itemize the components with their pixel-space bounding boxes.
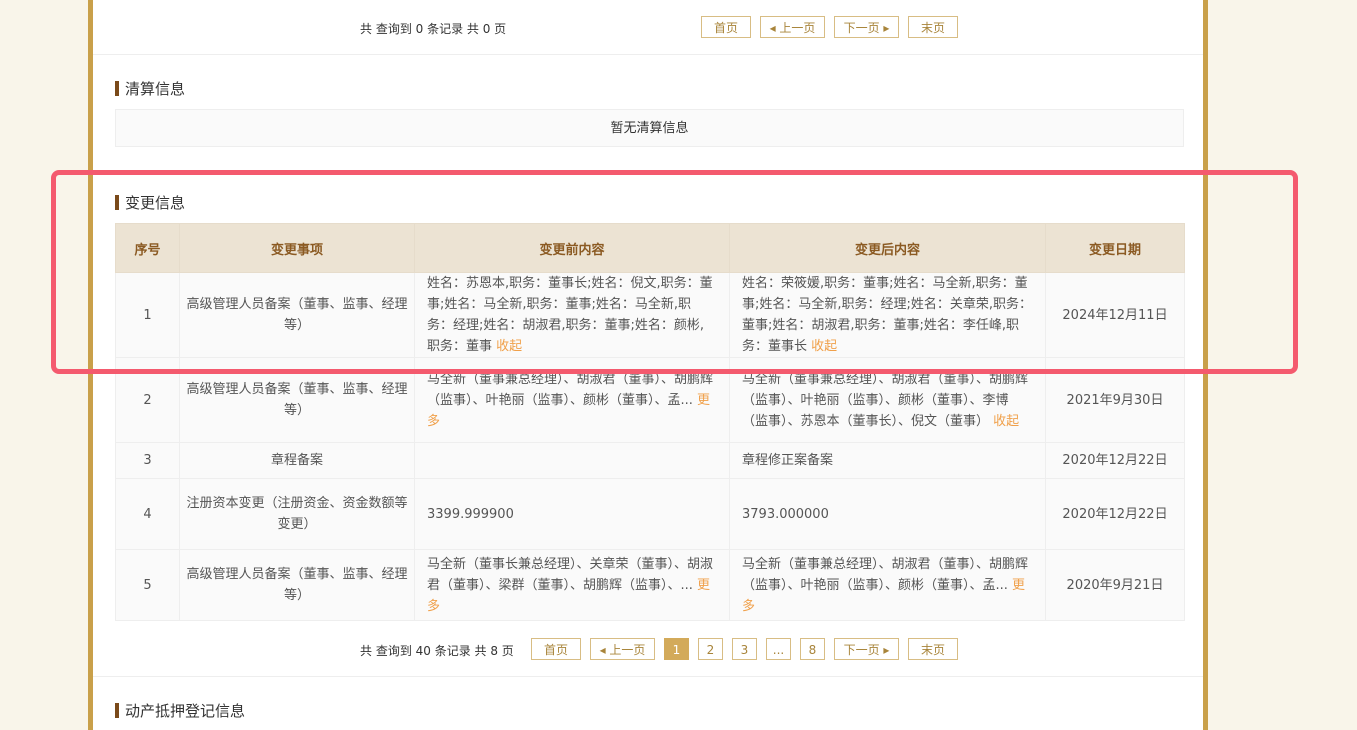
cell-before: 马全新（董事兼总经理）、胡淑君（董事）、胡鹏辉（监事）、叶艳丽（监事）、颜彬（董…	[414, 357, 730, 443]
cell-no: 5	[115, 549, 180, 621]
after-text: 马全新（董事兼总经理）、胡淑君（董事）、胡鹏辉（监事）、叶艳丽（监事）、颜彬（董…	[742, 371, 1029, 429]
cell-date: 2020年12月22日	[1045, 478, 1185, 550]
liquidation-empty-message: 暂无清算信息	[115, 109, 1184, 147]
after-text: 姓名：荣筱媛,职务：董事;姓名：马全新,职务：董事;姓名：马全新,职务：经理;姓…	[742, 276, 1033, 354]
divider	[93, 676, 1203, 677]
header-after: 变更后内容	[729, 223, 1046, 273]
page-2-button[interactable]: 2	[698, 638, 723, 660]
header-item: 变更事项	[179, 223, 415, 273]
cell-after: 3793.000000	[729, 478, 1046, 550]
table-header-row: 序号 变更事项 变更前内容 变更后内容 变更日期	[115, 223, 1185, 273]
cell-date: 2024年12月11日	[1045, 272, 1185, 358]
mortgage-section-title: 动产抵押登记信息	[115, 700, 245, 721]
table-row: 3 章程备案 章程修正案备案 2020年12月22日	[115, 442, 1185, 479]
cell-no: 4	[115, 478, 180, 550]
cell-date: 2020年12月22日	[1045, 442, 1185, 479]
liquidation-title-text: 清算信息	[125, 80, 186, 98]
header-before: 变更前内容	[414, 223, 730, 273]
top-prev-page-button[interactable]: ◂ 上一页	[760, 16, 825, 38]
liquidation-section-title: 清算信息	[115, 78, 185, 99]
bottom-first-page-button[interactable]: 首页	[531, 638, 581, 660]
top-first-page-button[interactable]: 首页	[701, 16, 751, 38]
page-ellipsis: ...	[766, 638, 791, 660]
page-3-button[interactable]: 3	[732, 638, 757, 660]
collapse-link[interactable]: 收起	[993, 414, 1019, 429]
cell-before: 马全新（董事长兼总经理）、关章荣（董事）、胡淑君（董事）、梁群（董事）、胡鹏辉（…	[414, 549, 730, 621]
bottom-prev-page-button[interactable]: ◂ 上一页	[590, 638, 655, 660]
cell-no: 2	[115, 357, 180, 443]
header-no: 序号	[115, 223, 180, 273]
collapse-link[interactable]: 收起	[496, 339, 522, 354]
cell-before: 姓名：苏恩本,职务：董事长;姓名：倪文,职务：董事;姓名：马全新,职务：董事;姓…	[414, 272, 730, 358]
cell-item: 章程备案	[179, 442, 415, 479]
header-date: 变更日期	[1045, 223, 1185, 273]
before-text: 姓名：苏恩本,职务：董事长;姓名：倪文,职务：董事;姓名：马全新,职务：董事;姓…	[427, 276, 713, 354]
cell-date: 2020年9月21日	[1045, 549, 1185, 621]
table-row: 1 高级管理人员备案（董事、监事、经理等） 姓名：苏恩本,职务：董事长;姓名：倪…	[115, 272, 1185, 358]
top-pager-info: 共 查询到 0 条记录 共 0 页	[360, 22, 507, 36]
cell-item: 高级管理人员备案（董事、监事、经理等）	[179, 272, 415, 358]
mortgage-title-text: 动产抵押登记信息	[125, 702, 246, 720]
cell-no: 3	[115, 442, 180, 479]
changes-section-title: 变更信息	[115, 192, 185, 213]
top-last-page-button[interactable]: 末页	[908, 16, 958, 38]
table-row: 2 高级管理人员备案（董事、监事、经理等） 马全新（董事兼总经理）、胡淑君（董事…	[115, 357, 1185, 443]
bottom-pager: 共 查询到 40 条记录 共 8 页 首页 ◂ 上一页 1 2 3 ... 8 …	[93, 631, 1203, 667]
bottom-last-page-button[interactable]: 末页	[908, 638, 958, 660]
table-row: 4 注册资本变更（注册资金、资金数额等变更） 3399.999900 3793.…	[115, 478, 1185, 550]
divider	[93, 54, 1203, 55]
section-marker	[115, 703, 119, 718]
section-marker	[115, 195, 119, 210]
before-text: 马全新（董事兼总经理）、胡淑君（董事）、胡鹏辉（监事）、叶艳丽（监事）、颜彬（董…	[427, 371, 714, 408]
table-row: 5 高级管理人员备案（董事、监事、经理等） 马全新（董事长兼总经理）、关章荣（董…	[115, 549, 1185, 621]
top-next-page-button[interactable]: 下一页 ▸	[834, 16, 899, 38]
cell-no: 1	[115, 272, 180, 358]
bottom-next-page-button[interactable]: 下一页 ▸	[834, 638, 899, 660]
page-1-button[interactable]: 1	[664, 638, 689, 660]
cell-before	[414, 442, 730, 479]
cell-after: 姓名：荣筱媛,职务：董事;姓名：马全新,职务：董事;姓名：马全新,职务：经理;姓…	[729, 272, 1046, 358]
cell-after: 马全新（董事兼总经理）、胡淑君（董事）、胡鹏辉（监事）、叶艳丽（监事）、颜彬（董…	[729, 357, 1046, 443]
cell-date: 2021年9月30日	[1045, 357, 1185, 443]
cell-item: 高级管理人员备案（董事、监事、经理等）	[179, 549, 415, 621]
section-marker	[115, 81, 119, 96]
cell-after: 马全新（董事兼总经理）、胡淑君（董事）、胡鹏辉（监事）、叶艳丽（监事）、颜彬（董…	[729, 549, 1046, 621]
bottom-pager-info: 共 查询到 40 条记录 共 8 页	[360, 644, 514, 658]
after-text: 马全新（董事兼总经理）、胡淑君（董事）、胡鹏辉（监事）、叶艳丽（监事）、颜彬（董…	[742, 556, 1029, 593]
cell-item: 注册资本变更（注册资金、资金数额等变更）	[179, 478, 415, 550]
content-frame: 共 查询到 0 条记录 共 0 页 首页 ◂ 上一页 下一页 ▸ 末页 清算信息…	[88, 0, 1208, 730]
cell-after: 章程修正案备案	[729, 442, 1046, 479]
collapse-link[interactable]: 收起	[811, 339, 837, 354]
cell-before: 3399.999900	[414, 478, 730, 550]
cell-item: 高级管理人员备案（董事、监事、经理等）	[179, 357, 415, 443]
page-8-button[interactable]: 8	[800, 638, 825, 660]
before-text: 马全新（董事长兼总经理）、关章荣（董事）、胡淑君（董事）、梁群（董事）、胡鹏辉（…	[427, 556, 714, 593]
changes-title-text: 变更信息	[125, 194, 186, 212]
top-pager: 共 查询到 0 条记录 共 0 页 首页 ◂ 上一页 下一页 ▸ 末页	[93, 9, 1203, 45]
changes-table: 序号 变更事项 变更前内容 变更后内容 变更日期 1 高级管理人员备案（董事、监…	[115, 223, 1185, 621]
